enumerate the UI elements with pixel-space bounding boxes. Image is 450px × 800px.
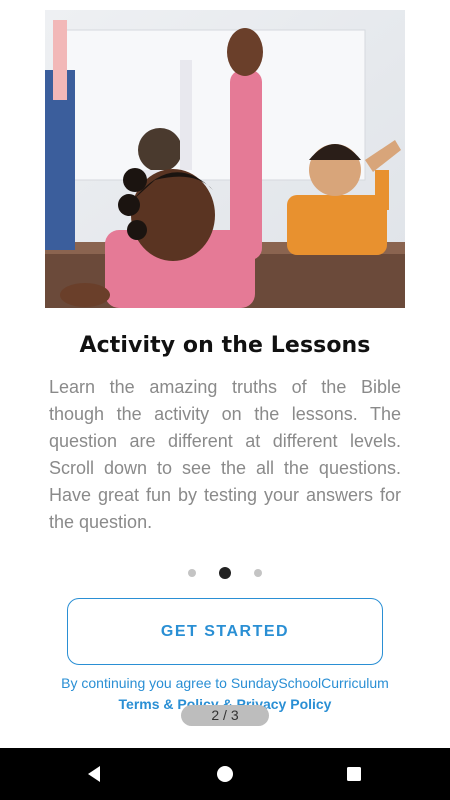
home-button[interactable]: [195, 748, 255, 800]
back-button[interactable]: [64, 748, 124, 800]
pagination-dot-1[interactable]: [188, 569, 196, 577]
pagination-dot-3[interactable]: [254, 569, 262, 577]
slide-title: Activity on the Lessons: [79, 333, 371, 358]
back-icon: [88, 766, 100, 782]
get-started-label: GET STARTED: [160, 622, 290, 640]
pagination-dots: [0, 566, 450, 580]
system-navigation-bar: [0, 748, 450, 800]
pagination-dot-2-active[interactable]: [219, 567, 231, 579]
consent-line: By continuing you agree to SundaySchoolC…: [61, 675, 389, 691]
page-indicator: 2 / 3: [181, 705, 269, 726]
home-icon: [217, 766, 233, 782]
hero-image: [45, 10, 405, 308]
slide-description: Learn the amazing truths of the Bible th…: [49, 377, 401, 532]
get-started-button[interactable]: GET STARTED: [67, 598, 383, 665]
classroom-photo: [45, 10, 405, 308]
recents-button[interactable]: [324, 748, 384, 800]
recents-icon: [347, 767, 361, 781]
